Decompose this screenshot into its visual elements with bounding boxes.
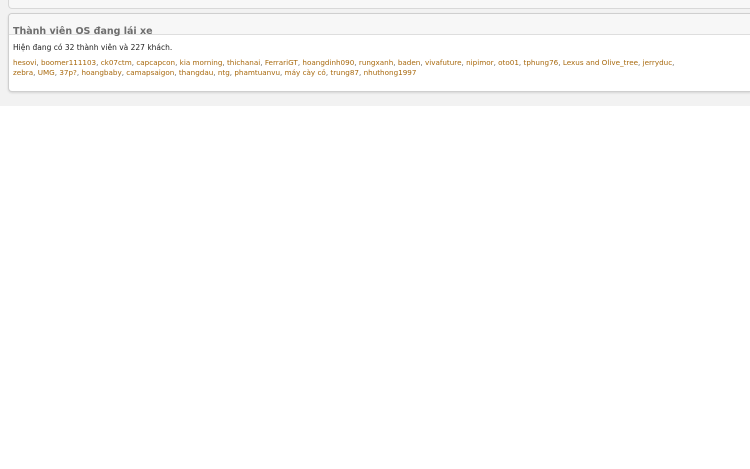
member-link[interactable]: camapsaigon (126, 68, 174, 77)
member-link[interactable]: ntg (218, 68, 230, 77)
member-link[interactable]: trung87 (330, 68, 359, 77)
member-link[interactable]: Lexus and Olive_tree (563, 58, 638, 67)
member-separator: , (672, 58, 675, 67)
member-link[interactable]: boomer111103 (41, 58, 96, 67)
panel-title: Thành viên OS đang lái xe (13, 26, 153, 37)
member-link[interactable]: thangdau (179, 68, 213, 77)
member-list: hesovi, boomer111103, ck07ctm, capcapcon… (13, 58, 750, 78)
member-link[interactable]: phamtuanvu (234, 68, 280, 77)
member-link[interactable]: FerrariGT (265, 58, 298, 67)
member-link[interactable]: hesovi (13, 58, 36, 67)
member-link[interactable]: thichanai (227, 58, 260, 67)
member-link[interactable]: jerryduc (643, 58, 673, 67)
member-link[interactable]: hoangdinh090 (302, 58, 354, 67)
member-link[interactable]: UMG (38, 68, 55, 77)
member-link[interactable]: nipimor (466, 58, 493, 67)
member-link[interactable]: nhuthong1997 (364, 68, 417, 77)
previous-panel-edge (8, 0, 750, 9)
member-link[interactable]: 37p? (59, 68, 77, 77)
member-link[interactable]: capcapcon (136, 58, 175, 67)
panel-header: Thành viên OS đang lái xe (9, 14, 750, 37)
online-summary: Hiện đang có 32 thành viên và 227 khách. (13, 43, 173, 52)
member-link[interactable]: oto01 (498, 58, 519, 67)
member-link[interactable]: vivafuture (425, 58, 462, 67)
member-link[interactable]: máy cày cỏ (285, 68, 326, 77)
member-link[interactable]: rungxanh (359, 58, 393, 67)
member-line: hesovi, boomer111103, ck07ctm, capcapcon… (13, 58, 750, 68)
member-link[interactable]: baden (398, 58, 421, 67)
member-link[interactable]: tphung76 (524, 58, 559, 67)
member-line: zebra, UMG, 37p?, hoangbaby, camapsaigon… (13, 68, 750, 78)
panel-body: Hiện đang có 32 thành viên và 227 khách.… (9, 35, 750, 78)
member-link[interactable]: zebra (13, 68, 33, 77)
member-link[interactable]: ck07ctm (101, 58, 132, 67)
member-link[interactable]: kia morning (180, 58, 223, 67)
online-members-panel: Thành viên OS đang lái xe Hiện đang có 3… (8, 13, 750, 92)
member-link[interactable]: hoangbaby (81, 68, 121, 77)
